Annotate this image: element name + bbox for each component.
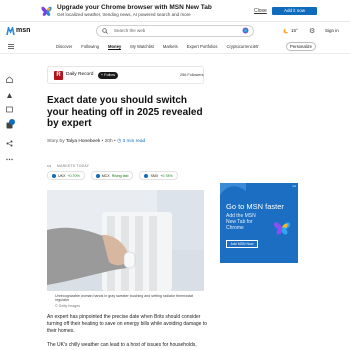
left-rail <box>0 70 20 180</box>
ticker-mcx[interactable]: MCX Rising fast <box>90 171 134 180</box>
msn-logo-text[interactable]: msn <box>16 27 30 34</box>
markets-more-icon[interactable]: ••• <box>47 163 51 168</box>
ad-subtitle: Add the MSN New Tab for Chrome <box>226 213 256 231</box>
publisher-bar: R Daily Record + Follow 256 Followers <box>47 66 204 84</box>
markets-label: MARKETS TODAY <box>57 164 90 168</box>
markets-icon[interactable] <box>6 106 13 113</box>
nav-tabs: Discover Following Money My Watchlist Ma… <box>56 44 267 50</box>
promo-subtitle: Get localized weather, trending news, AI… <box>57 12 191 17</box>
publisher-logo[interactable]: R <box>54 71 63 80</box>
ad-badge: Ad <box>292 184 296 188</box>
publisher-name[interactable]: Daily Record <box>66 72 93 77</box>
msn-butterfly-icon <box>41 6 52 16</box>
search-icon <box>102 28 108 34</box>
ticker-name: UKX <box>58 173 66 178</box>
byline-read-time: 3 min read <box>122 139 146 144</box>
article-paragraph: The UK's chilly weather can lead to a ho… <box>47 342 197 348</box>
notification-badge <box>9 119 15 125</box>
image-credit: © Getty Images <box>55 304 81 308</box>
search-input[interactable]: Search the web <box>114 28 145 33</box>
byline-age: • 20h • <box>101 139 116 144</box>
ticker-smx[interactable]: SMX +0.78% <box>139 171 178 180</box>
top-bar: msn Search the web 15° ⚙ Sign in <box>0 22 350 40</box>
article-paragraph: An expert has pinpointed the precise dat… <box>47 314 208 334</box>
personalize-button[interactable]: Personalize <box>286 42 316 51</box>
weather-temperature[interactable]: 15° <box>291 28 298 33</box>
nav-row: Discover Following Money My Watchlist Ma… <box>0 40 350 54</box>
article-headline: Exact date you should switch your heatin… <box>47 95 203 129</box>
promo-close-link[interactable]: Close <box>254 8 267 14</box>
tab-money[interactable]: Money <box>108 44 122 50</box>
ticker-flag-icon <box>95 173 100 178</box>
markets-today: ••• MARKETS TODAY <box>47 163 205 171</box>
weather-moon-icon <box>283 28 289 34</box>
article-byline: Story by Talya Honebeek • 20h • ◷ 3 min … <box>47 139 145 144</box>
sign-in-button[interactable]: Sign in <box>325 28 339 33</box>
ticker-list: UKX +0.70% MCX Rising fast SMX +0.78% <box>47 171 178 180</box>
ticker-flag-icon <box>144 173 149 178</box>
more-icon[interactable] <box>6 156 13 163</box>
ticker-ukx[interactable]: UKX +0.70% <box>47 171 85 180</box>
watchlist-icon[interactable] <box>6 92 13 99</box>
article-image[interactable] <box>47 190 204 291</box>
ticker-name: MCX <box>101 173 110 178</box>
gear-icon[interactable]: ⚙ <box>309 27 315 35</box>
image-caption: Unrecognizable woman hands in gray sweat… <box>55 294 194 303</box>
followers-count: 256 Followers <box>180 73 204 77</box>
promo-title: Upgrade your Chrome browser with MSN New… <box>57 4 212 11</box>
ticker-change: +0.78% <box>160 173 173 178</box>
search-box[interactable]: Search the web <box>96 25 254 37</box>
ad-title: Go to MSN faster <box>226 202 284 211</box>
ticker-flag-icon <box>52 173 56 178</box>
tab-markets[interactable]: Markets <box>163 44 178 50</box>
promo-add-button[interactable]: Add it now <box>272 7 317 15</box>
promo-banner: Upgrade your Chrome browser with MSN New… <box>0 0 350 22</box>
menu-icon[interactable] <box>8 44 14 49</box>
tab-following[interactable]: Following <box>81 44 99 50</box>
msn-butterfly-icon <box>273 222 291 235</box>
follow-button[interactable]: + Follow <box>98 72 118 79</box>
byline-prefix: Story by <box>47 139 65 144</box>
ticker-change: Rising fast <box>111 173 129 178</box>
clock-icon: ◷ <box>116 139 122 144</box>
ticker-name: SMX <box>150 173 159 178</box>
share-icon[interactable] <box>6 140 13 147</box>
tab-discover[interactable]: Discover <box>56 44 72 50</box>
msn-ad[interactable]: Ad Go to MSN faster Add the MSN New Tab … <box>220 183 298 263</box>
tab-my-watchlist[interactable]: My Watchlist <box>130 44 154 50</box>
copilot-icon[interactable] <box>242 27 249 34</box>
tab-expert-portfolios[interactable]: Expert Portfolios <box>187 44 218 50</box>
byline-author[interactable]: Talya Honebeek <box>66 139 100 144</box>
msn-swirl-graphic <box>220 183 246 195</box>
nav-more-button[interactable]: ··· <box>254 43 259 49</box>
home-icon[interactable] <box>6 76 13 83</box>
msn-logo-icon[interactable] <box>6 27 15 36</box>
ad-add-button[interactable]: Add MSN Now <box>226 240 258 248</box>
ticker-change: +0.70% <box>67 173 80 178</box>
